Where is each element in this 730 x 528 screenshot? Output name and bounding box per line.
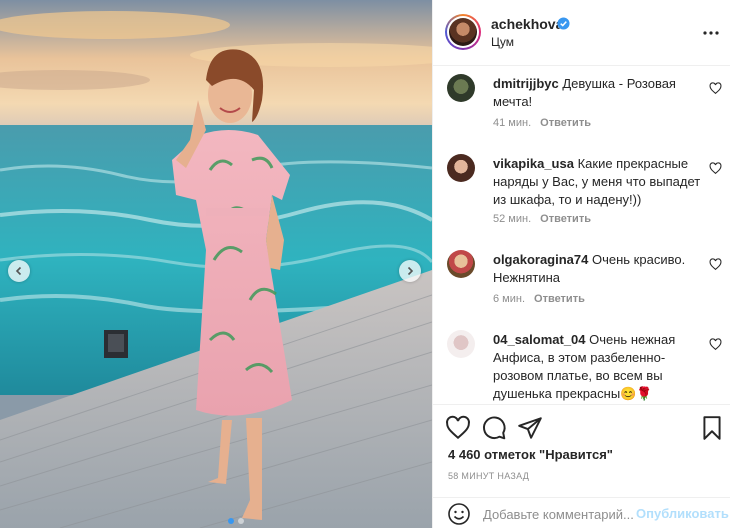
comments-list[interactable]: dmitrijjbyc Девушка - Розовая мечта! 41 … [433,66,730,404]
likes-count[interactable]: 4 460 отметок "Нравится" [448,447,613,462]
comment-body: vikapika_usa Какие прекрасные наряды у В… [493,155,705,209]
comment-meta: 6 мин. Ответить [493,293,585,305]
post-photo[interactable] [0,0,432,528]
chevron-left-icon [15,266,22,276]
comment-time[interactable]: 41 мин. [493,117,531,129]
heart-icon[interactable] [709,162,722,175]
reply-button[interactable]: Ответить [540,213,591,225]
reply-button[interactable]: Ответить [540,117,591,129]
author-username[interactable]: achekhova [491,16,563,32]
carousel-dot [228,518,234,524]
post-actions: 4 460 отметок "Нравится" 58 МИНУТ НАЗАД … [433,404,730,528]
post-timestamp[interactable]: 58 МИНУТ НАЗАД [448,471,529,481]
comment-input[interactable] [483,505,633,523]
comment-body: olgakoragina74 Очень красиво. Нежнятина [493,251,691,287]
reply-button[interactable]: Ответить [534,293,585,305]
carousel-dot [238,518,244,524]
heart-icon[interactable] [709,82,722,95]
verified-badge-icon [557,17,570,30]
author-avatar[interactable] [445,14,481,50]
heart-icon[interactable] [445,415,471,441]
carousel-indicator [228,518,244,524]
photo-scene [0,0,432,528]
paper-plane-icon[interactable] [517,415,543,441]
carousel-next-button[interactable] [399,260,421,282]
smiley-icon[interactable] [447,502,471,526]
comment-meta: 52 мин. Ответить [493,213,591,225]
comment-username[interactable]: 04_salomat_04 [493,332,586,347]
more-options-icon[interactable] [702,24,720,42]
comment-icon[interactable] [481,415,507,441]
carousel-prev-button[interactable] [8,260,30,282]
commenter-avatar[interactable] [447,74,475,102]
commenter-avatar[interactable] [447,330,475,358]
comment-username[interactable]: olgakoragina74 [493,252,588,267]
post-location[interactable]: Цум [491,35,514,49]
comment-time[interactable]: 6 мин. [493,293,525,305]
add-comment-bar: Опубликовать [433,497,730,528]
comment-username[interactable]: vikapika_usa [493,156,574,171]
commenter-avatar[interactable] [447,250,475,278]
chevron-right-icon [407,266,414,276]
post-side-panel: achekhova Цум dmitrijjbyc Девушка - Розо… [432,0,730,528]
post-header: achekhova Цум [433,0,730,66]
bookmark-icon[interactable] [699,415,725,441]
commenter-avatar[interactable] [447,154,475,182]
comment-body: dmitrijjbyc Девушка - Розовая мечта! [493,75,691,111]
comment-body: 04_salomat_04 Очень нежная Анфиса, в это… [493,331,691,403]
publish-button[interactable]: Опубликовать [636,506,729,521]
comment-time[interactable]: 52 мин. [493,213,531,225]
comment-username[interactable]: dmitrijjbyc [493,76,559,91]
heart-icon[interactable] [709,338,722,351]
comment-meta: 41 мин. Ответить [493,117,591,129]
heart-icon[interactable] [709,258,722,271]
